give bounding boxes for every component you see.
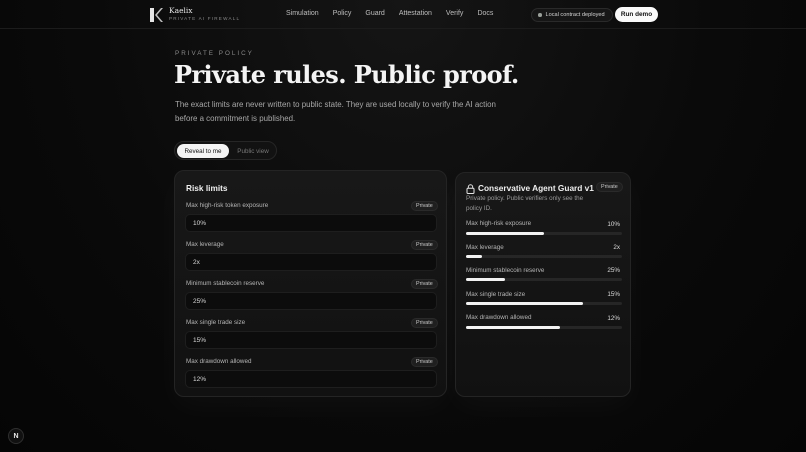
metric-bar	[466, 326, 622, 329]
max-drawdown-input[interactable]: 12%	[185, 370, 437, 388]
brand-name: Kaelix	[169, 6, 193, 15]
metric-bar-fill	[466, 278, 505, 281]
max-single-trade-size-input[interactable]: 15%	[185, 331, 437, 349]
metric-label: Max leverage	[466, 244, 504, 251]
view-toggle: Reveal to me Public view	[174, 141, 277, 160]
private-badge: Private	[596, 182, 623, 192]
max-high-risk-exposure-input[interactable]: 10%	[185, 214, 437, 232]
page-description: The exact limits are never written to pu…	[175, 100, 496, 123]
deployment-status-badge: Local contract deployed	[531, 8, 613, 22]
kaelix-logo-icon	[150, 7, 163, 22]
metric-value: 15%	[607, 291, 620, 298]
metric-label: Max single trade size	[466, 291, 526, 298]
top-nav: Kaelix PRIVATE AI FIREWALL Simulation Po…	[0, 0, 806, 29]
reveal-to-me-tab[interactable]: Reveal to me	[177, 144, 229, 158]
policy-summary-card: Conservative Agent Guard v1 Private Priv…	[455, 172, 631, 397]
nav-link-attestation[interactable]: Attestation	[399, 10, 432, 17]
field-label: Max drawdown allowed	[186, 358, 252, 365]
dev-tools-badge[interactable]: N	[8, 428, 24, 444]
nav-links: Simulation Policy Guard Attestation Veri…	[286, 10, 507, 17]
public-view-tab[interactable]: Public view	[233, 144, 273, 158]
section-eyebrow: PRIVATE POLICY	[175, 50, 254, 57]
nav-link-guard[interactable]: Guard	[365, 10, 384, 17]
field-label: Max leverage	[186, 241, 224, 248]
risk-limits-card: Risk limits Max high-risk token exposure…	[174, 170, 447, 397]
private-badge: Private	[411, 357, 438, 367]
nav-link-policy[interactable]: Policy	[333, 10, 352, 17]
private-badge: Private	[411, 318, 438, 328]
field-label: Max single trade size	[186, 319, 246, 326]
metric-bar	[466, 255, 622, 258]
metric-bar-fill	[466, 302, 583, 305]
nav-link-simulation[interactable]: Simulation	[286, 10, 319, 17]
run-demo-button[interactable]: Run demo	[615, 7, 658, 22]
private-badge: Private	[411, 240, 438, 250]
metric-bar-fill	[466, 232, 544, 235]
metric-bar	[466, 278, 622, 281]
metric-value: 12%	[607, 315, 620, 322]
metric-bar-fill	[466, 255, 482, 258]
nav-link-docs[interactable]: Docs	[477, 10, 493, 17]
min-stablecoin-reserve-input[interactable]: 25%	[185, 292, 437, 310]
deployment-status-text: Local contract deployed	[545, 12, 605, 18]
field-label: Minimum stablecoin reserve	[186, 280, 265, 287]
metric-bar	[466, 232, 622, 235]
lock-icon	[466, 184, 475, 194]
metric-bar	[466, 302, 622, 305]
field-label: Max high-risk token exposure	[186, 202, 269, 209]
policy-description: Private policy. Public verifiers only se…	[466, 195, 584, 212]
metric-value: 2x	[613, 244, 620, 251]
metric-value: 25%	[607, 267, 620, 274]
metric-value: 10%	[607, 221, 620, 228]
private-badge: Private	[411, 201, 438, 211]
status-dot-icon	[538, 13, 542, 17]
brand[interactable]: Kaelix PRIVATE AI FIREWALL	[149, 6, 240, 23]
page-title: Private rules. Public proof.	[174, 60, 519, 89]
policy-title: Conservative Agent Guard v1	[478, 183, 594, 193]
metric-label: Max drawdown allowed	[466, 314, 532, 321]
metric-label: Max high-risk exposure	[466, 220, 532, 227]
nav-link-verify[interactable]: Verify	[446, 10, 464, 17]
metric-label: Minimum stablecoin reserve	[466, 267, 545, 274]
risk-limits-title: Risk limits	[186, 183, 228, 193]
brand-tagline: PRIVATE AI FIREWALL	[169, 16, 241, 21]
private-badge: Private	[411, 279, 438, 289]
metric-bar-fill	[466, 326, 560, 329]
max-leverage-input[interactable]: 2x	[185, 253, 437, 271]
